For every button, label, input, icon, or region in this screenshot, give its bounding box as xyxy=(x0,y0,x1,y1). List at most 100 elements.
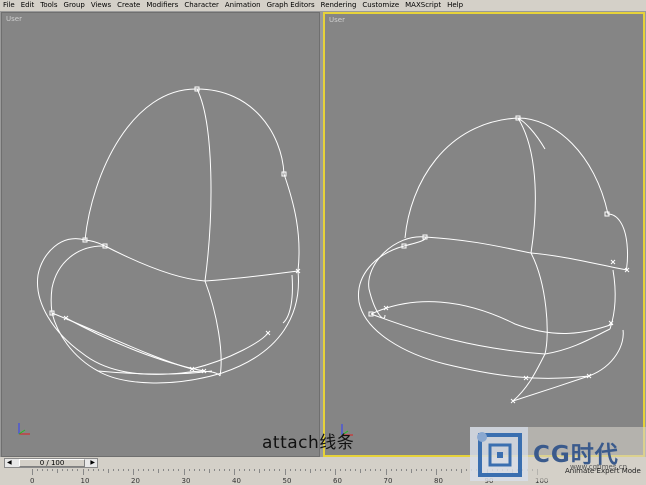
track-tick xyxy=(32,469,33,475)
track-tick xyxy=(97,469,99,471)
track-tick xyxy=(340,469,342,471)
menu-modifiers[interactable]: Modifiers xyxy=(143,0,181,11)
menu-views[interactable]: Views xyxy=(88,0,114,11)
track-tick xyxy=(153,469,155,471)
track-tick-label: 80 xyxy=(434,477,443,485)
track-tick xyxy=(400,469,402,471)
menu-create[interactable]: Create xyxy=(114,0,143,11)
track-tick xyxy=(254,469,256,471)
track-tick xyxy=(410,469,412,473)
track-tick xyxy=(133,469,134,475)
track-tick xyxy=(436,469,437,475)
track-tick xyxy=(234,469,235,475)
track-tick xyxy=(370,469,372,471)
viewport-right-active[interactable]: User xyxy=(323,12,645,457)
track-tick xyxy=(446,469,448,471)
track-tick xyxy=(112,469,114,471)
spline-wireframe-right[interactable] xyxy=(325,14,643,455)
track-tick xyxy=(264,469,266,471)
track-tick xyxy=(451,469,453,471)
track-tick xyxy=(67,469,69,471)
track-tick xyxy=(244,469,246,471)
time-slider-thumb[interactable]: 0 / 100 xyxy=(19,459,85,467)
track-tick xyxy=(138,469,140,471)
track-tick xyxy=(127,469,129,471)
time-slider[interactable]: ◀ 0 / 100 ▶ xyxy=(4,458,98,468)
menu-group[interactable]: Group xyxy=(61,0,88,11)
track-tick xyxy=(87,469,89,471)
menu-bar: File Edit Tools Group Views Create Modif… xyxy=(0,0,646,11)
menu-animation[interactable]: Animation xyxy=(222,0,264,11)
track-tick xyxy=(299,469,301,471)
track-tick xyxy=(405,469,407,471)
track-tick xyxy=(466,469,468,471)
menu-maxscript[interactable]: MAXScript xyxy=(402,0,444,11)
slider-left-arrow-icon[interactable]: ◀ xyxy=(7,459,12,467)
track-tick-label: 60 xyxy=(333,477,342,485)
track-tick-label: 50 xyxy=(282,477,292,485)
track-tick xyxy=(183,469,185,475)
track-tick xyxy=(193,469,195,471)
track-tick xyxy=(122,469,124,471)
track-tick xyxy=(390,469,392,471)
track-tick xyxy=(385,469,387,475)
track-tick xyxy=(345,469,347,471)
menu-customize[interactable]: Customize xyxy=(359,0,402,11)
track-tick xyxy=(163,469,165,471)
track-tick xyxy=(198,469,200,471)
spline-wireframe-left[interactable] xyxy=(2,13,319,456)
menu-character[interactable]: Character xyxy=(181,0,222,11)
track-tick xyxy=(430,469,432,471)
track-tick xyxy=(329,469,331,471)
menu-edit[interactable]: Edit xyxy=(18,0,38,11)
menu-graph-editors[interactable]: Graph Editors xyxy=(264,0,318,11)
track-tick xyxy=(335,469,336,475)
track-tick xyxy=(420,469,422,471)
track-tick xyxy=(188,469,190,471)
viewport-left[interactable]: User xyxy=(1,12,320,457)
track-tick xyxy=(319,469,321,471)
track-tick xyxy=(173,469,175,471)
menu-file[interactable]: File xyxy=(0,0,18,11)
track-tick xyxy=(461,469,463,473)
track-tick xyxy=(57,469,59,473)
track-tick xyxy=(360,469,362,473)
track-tick xyxy=(289,469,291,471)
track-tick xyxy=(274,469,276,471)
track-tick xyxy=(213,469,215,471)
track-tick xyxy=(158,469,160,473)
track-tick xyxy=(82,469,84,475)
track-tick xyxy=(456,469,458,471)
track-tick-label: 70 xyxy=(383,477,393,485)
track-tick xyxy=(441,469,443,471)
track-tick-label: 30 xyxy=(181,477,191,485)
track-tick xyxy=(208,469,210,473)
viewport-area: User User xyxy=(0,11,646,457)
track-tick-label: 40 xyxy=(232,477,241,485)
status-text: Animate Expert Mode xyxy=(565,467,641,475)
track-tick xyxy=(415,469,417,471)
track-tick xyxy=(304,469,306,471)
track-tick xyxy=(284,469,286,475)
track-tick xyxy=(425,469,427,471)
track-tick xyxy=(279,469,281,471)
menu-tools[interactable]: Tools xyxy=(37,0,60,11)
menu-help[interactable]: Help xyxy=(444,0,466,11)
track-tick xyxy=(143,469,145,471)
track-tick-label: 20 xyxy=(131,477,140,485)
track-tick xyxy=(148,469,150,471)
track-tick xyxy=(92,469,94,471)
track-tick xyxy=(107,469,109,473)
track-tick xyxy=(62,469,64,471)
track-tick xyxy=(239,469,241,471)
track-tick xyxy=(72,469,74,471)
track-tick xyxy=(218,469,220,471)
slider-right-arrow-icon[interactable]: ▶ xyxy=(90,459,95,467)
track-tick xyxy=(259,469,261,473)
menu-rendering[interactable]: Rendering xyxy=(318,0,360,11)
track-tick xyxy=(47,469,49,471)
track-tick xyxy=(223,469,225,471)
track-tick xyxy=(42,469,44,471)
track-tick xyxy=(355,469,357,471)
track-tick xyxy=(324,469,326,471)
